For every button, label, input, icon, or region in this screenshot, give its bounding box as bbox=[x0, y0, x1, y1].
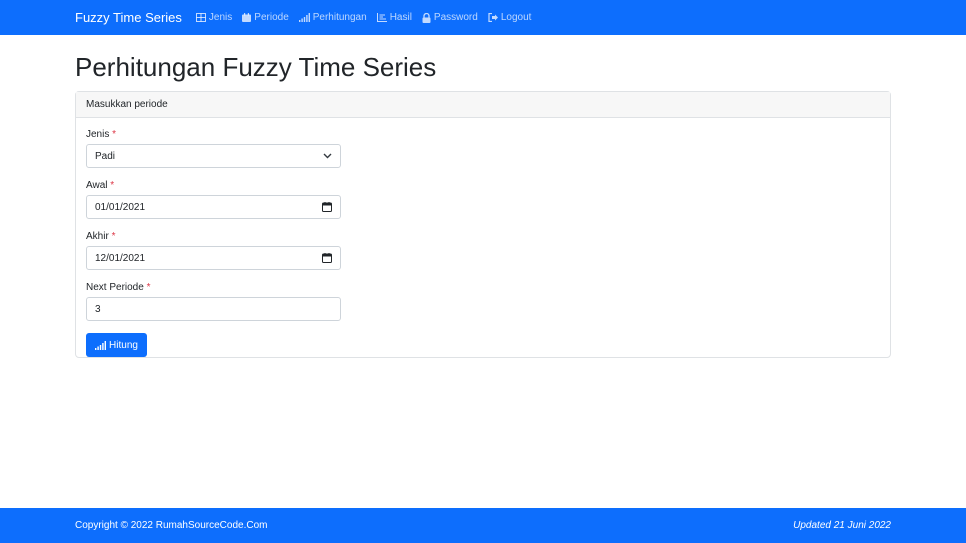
period-card: Masukkan periode Jenis * Padi Awal * 01/… bbox=[75, 91, 891, 358]
jenis-label: Jenis * bbox=[86, 129, 880, 141]
jenis-label-text: Jenis bbox=[86, 129, 110, 140]
nav-item-label: Hasil bbox=[389, 12, 412, 23]
nav-item-periode[interactable]: Periode bbox=[242, 12, 289, 23]
footer: Copyright © 2022 RumahSourceCode.Com Upd… bbox=[0, 508, 966, 543]
nav-item-label: Jenis bbox=[208, 12, 233, 23]
line-chart-icon bbox=[376, 13, 387, 22]
calendar-icon bbox=[242, 13, 252, 22]
updated-text: Updated 21 Juni 2022 bbox=[793, 520, 891, 531]
main-container: Perhitungan Fuzzy Time Series Masukkan p… bbox=[75, 35, 891, 358]
required-mark: * bbox=[110, 180, 115, 191]
calendar-icon[interactable] bbox=[322, 253, 332, 263]
next-periode-label-text: Next Periode bbox=[86, 282, 144, 293]
nav-item-jenis[interactable]: Jenis bbox=[195, 12, 233, 23]
nav-item-label: Periode bbox=[254, 12, 289, 23]
logout-icon bbox=[488, 13, 498, 22]
required-mark: * bbox=[112, 129, 117, 140]
akhir-date-input[interactable]: 12/01/2021 bbox=[86, 246, 341, 270]
nav-item-password[interactable]: Password bbox=[422, 12, 478, 23]
awal-label: Awal * bbox=[86, 180, 880, 192]
awal-label-text: Awal bbox=[86, 180, 108, 191]
awal-date-input[interactable]: 01/01/2021 bbox=[86, 195, 341, 219]
card-body: Jenis * Padi Awal * 01/01/2021 Akhir * 1… bbox=[76, 118, 890, 357]
card-header: Masukkan periode bbox=[76, 92, 890, 118]
required-mark: * bbox=[111, 231, 116, 242]
next-periode-value: 3 bbox=[95, 303, 101, 315]
nav-item-perhitungan[interactable]: Perhitungan bbox=[298, 12, 367, 23]
awal-date-value: 01/01/2021 bbox=[95, 201, 146, 213]
jenis-select-value: Padi bbox=[95, 150, 116, 162]
nav-item-hasil[interactable]: Hasil bbox=[376, 12, 412, 23]
navbar: Fuzzy Time Series Jenis Periode Perhitun… bbox=[0, 0, 966, 35]
nav-item-label: Logout bbox=[500, 12, 532, 23]
bar-chart-icon bbox=[298, 13, 310, 22]
chevron-down-icon bbox=[323, 153, 332, 159]
form-group-jenis: Jenis * Padi bbox=[86, 129, 880, 168]
required-mark: * bbox=[146, 282, 151, 293]
calendar-icon[interactable] bbox=[322, 202, 332, 212]
nav-item-label: Password bbox=[433, 12, 478, 23]
form-group-next-periode: Next Periode * 3 bbox=[86, 282, 880, 321]
hitung-button-label: Hitung bbox=[109, 339, 138, 351]
next-periode-input[interactable]: 3 bbox=[86, 297, 341, 321]
akhir-label-text: Akhir bbox=[86, 231, 109, 242]
next-periode-label: Next Periode * bbox=[86, 282, 880, 294]
form-group-awal: Awal * 01/01/2021 bbox=[86, 180, 880, 219]
form-group-akhir: Akhir * 12/01/2021 bbox=[86, 231, 880, 270]
bar-chart-icon bbox=[95, 340, 107, 350]
jenis-select[interactable]: Padi bbox=[86, 144, 341, 168]
lock-icon bbox=[422, 12, 431, 23]
table-icon bbox=[195, 13, 206, 22]
akhir-date-value: 12/01/2021 bbox=[95, 252, 146, 264]
nav-item-label: Perhitungan bbox=[312, 12, 367, 23]
navbar-brand[interactable]: Fuzzy Time Series bbox=[75, 10, 182, 25]
copyright-text: Copyright © 2022 RumahSourceCode.Com bbox=[75, 520, 268, 531]
hitung-button[interactable]: Hitung bbox=[86, 333, 147, 357]
page-title: Perhitungan Fuzzy Time Series bbox=[75, 52, 437, 82]
akhir-label: Akhir * bbox=[86, 231, 880, 243]
nav-item-logout[interactable]: Logout bbox=[488, 12, 532, 23]
